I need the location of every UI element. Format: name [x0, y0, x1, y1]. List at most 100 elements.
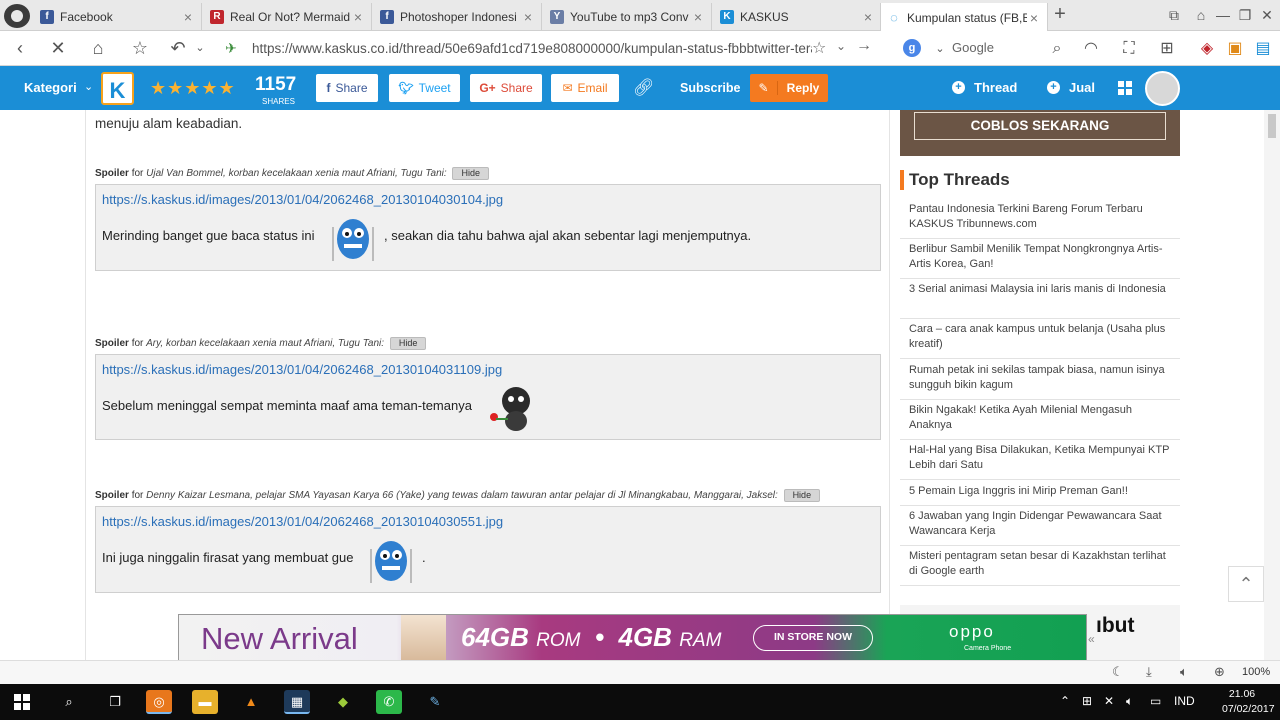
- grid-menu-icon[interactable]: [1118, 81, 1132, 95]
- extension-icon[interactable]: ▣: [1224, 38, 1246, 60]
- hide-button[interactable]: Hide: [452, 167, 489, 180]
- google-plus-share-button[interactable]: G+ Share: [470, 74, 542, 102]
- maximize-button[interactable]: ❐: [1234, 5, 1256, 25]
- image-link[interactable]: https://s.kaskus.id/images/2013/01/04/20…: [102, 192, 503, 207]
- in-store-now-button[interactable]: IN STORE NOW: [753, 625, 873, 651]
- link-icon[interactable]: 🔗︎: [633, 78, 655, 98]
- folder-app-icon[interactable]: ◆: [330, 690, 356, 714]
- speaker-icon[interactable]: 🔈︎: [1180, 664, 1188, 680]
- subscribe-button[interactable]: Subscribe: [680, 81, 740, 95]
- coblos-sekarang-button[interactable]: COBLOS SEKARANG: [914, 112, 1166, 140]
- tab-photoshoper[interactable]: f Photoshoper Indonesi ×: [374, 3, 542, 31]
- shirt-skin-icon[interactable]: ⌂: [1190, 5, 1212, 25]
- go-arrow-icon[interactable]: →: [856, 37, 872, 55]
- thread-link[interactable]: Pantau Indonesia Terkini Bareng Forum Te…: [900, 199, 1180, 239]
- image-link[interactable]: https://s.kaskus.id/images/2013/01/04/20…: [102, 362, 502, 377]
- close-window-button[interactable]: ✕: [1256, 5, 1278, 25]
- uc-browser-taskbar-icon[interactable]: ◎: [146, 690, 172, 714]
- language-indicator[interactable]: IND: [1174, 694, 1195, 708]
- thread-link[interactable]: Berlibur Sambil Menilik Tempat Nongkrong…: [900, 239, 1180, 279]
- chevron-up-icon[interactable]: ⌃: [1060, 694, 1070, 708]
- facebook-share-button[interactable]: f Share: [316, 74, 378, 102]
- new-tab-button[interactable]: +: [1050, 4, 1070, 24]
- crop-icon[interactable]: ⛶: [1118, 38, 1140, 60]
- close-icon[interactable]: ×: [521, 9, 535, 25]
- url-text[interactable]: https://www.kaskus.co.id/thread/50e69afd…: [252, 41, 812, 56]
- thread-link[interactable]: Bikin Ngakak! Ketika Ayah Milenial Menga…: [900, 400, 1180, 440]
- line-app-icon[interactable]: ✆: [376, 690, 402, 714]
- zoom-level[interactable]: 100%: [1242, 666, 1270, 678]
- create-thread-button[interactable]: + Thread: [952, 80, 1017, 95]
- thread-link[interactable]: 6 Jawaban yang Ingin Didengar Pewawancar…: [900, 506, 1180, 546]
- wifi-icon[interactable]: ◠: [1080, 38, 1102, 60]
- thread-link[interactable]: 3 Serial animasi Malaysia ini laris mani…: [900, 279, 1180, 319]
- vlc-icon[interactable]: ▲: [238, 690, 264, 714]
- bookmark-star-icon[interactable]: ☆: [128, 37, 152, 59]
- windows-start-icon[interactable]: [14, 694, 30, 710]
- file-explorer-icon[interactable]: ▬: [192, 690, 218, 714]
- volume-icon[interactable]: 🔈︎: [1126, 694, 1133, 709]
- chevron-down-icon[interactable]: ⌄: [84, 80, 93, 93]
- thread-link[interactable]: Misteri pentagram setan besar di Kazakhs…: [900, 546, 1180, 586]
- stop-icon[interactable]: ✕: [46, 37, 70, 59]
- download-icon[interactable]: ⤓: [1146, 664, 1152, 680]
- minimize-button[interactable]: —: [1212, 5, 1234, 25]
- search-icon[interactable]: ⌕: [56, 690, 82, 714]
- tab-facebook[interactable]: f Facebook ×: [34, 3, 202, 31]
- google-engine-icon[interactable]: g: [903, 39, 921, 57]
- network-icon[interactable]: ⊞: [1082, 694, 1092, 708]
- secure-rocket-icon: ✈: [225, 40, 237, 56]
- close-icon[interactable]: ×: [351, 9, 365, 25]
- back-to-top-button[interactable]: ⌃: [1228, 566, 1264, 602]
- ad-collapse-button[interactable]: «: [1088, 632, 1095, 646]
- video-editor-icon[interactable]: ▦: [284, 690, 310, 714]
- back-icon[interactable]: ‹: [8, 37, 32, 59]
- chevron-down-icon[interactable]: ⌄: [928, 38, 952, 60]
- zoom-icon[interactable]: ⊕: [1214, 664, 1225, 680]
- hide-button[interactable]: Hide: [389, 337, 427, 350]
- task-view-icon[interactable]: ❐: [102, 690, 128, 714]
- system-clock[interactable]: 21.06 07/02/2017: [1222, 687, 1275, 717]
- search-input[interactable]: Google: [952, 40, 994, 55]
- scroll-thumb[interactable]: [1268, 114, 1276, 138]
- image-link[interactable]: https://s.kaskus.id/images/2013/01/04/20…: [102, 514, 503, 529]
- tweet-button[interactable]: 🐦︎ Tweet: [389, 74, 460, 102]
- chevron-down-icon[interactable]: ⌄: [188, 37, 212, 59]
- apps-icon[interactable]: ⊞: [1156, 38, 1178, 60]
- adblock-icon[interactable]: ◈: [1196, 38, 1218, 60]
- idm-icon[interactable]: ▤: [1252, 38, 1274, 60]
- thread-link[interactable]: 5 Pemain Liga Inggris ini Mirip Preman G…: [900, 481, 1180, 506]
- search-icon[interactable]: ⌕: [1046, 38, 1068, 60]
- undo-close-icon[interactable]: ↶: [166, 37, 190, 59]
- tab-mermaid[interactable]: R Real Or Not? Mermaid ×: [204, 3, 372, 31]
- close-icon[interactable]: ×: [181, 9, 195, 25]
- tab-list-icon[interactable]: ⧉: [1163, 5, 1185, 25]
- close-icon[interactable]: ×: [691, 9, 705, 25]
- kaskus-logo[interactable]: K: [101, 72, 134, 105]
- email-share-button[interactable]: ✉ Email: [551, 74, 619, 102]
- avatar[interactable]: [1145, 71, 1180, 106]
- night-mode-moon-icon[interactable]: ☾: [1112, 664, 1124, 680]
- notification-icon[interactable]: ▭: [1150, 694, 1161, 708]
- kategori-menu[interactable]: Kategori: [24, 80, 77, 95]
- reply-button[interactable]: ✎ Reply: [750, 74, 828, 102]
- scrollbar[interactable]: [1264, 110, 1280, 660]
- chevron-down-icon[interactable]: ⌄: [836, 39, 846, 53]
- close-icon[interactable]: ×: [1027, 10, 1041, 26]
- favorite-star-icon[interactable]: ☆: [812, 38, 826, 58]
- jual-button[interactable]: + Jual: [1047, 80, 1095, 95]
- thread-link[interactable]: Cara – cara anak kampus untuk belanja (U…: [900, 319, 1180, 359]
- uc-browser-logo-icon[interactable]: [4, 4, 30, 28]
- address-bar[interactable]: ✈ https://www.kaskus.co.id/thread/50e69a…: [220, 36, 880, 61]
- close-icon[interactable]: ×: [861, 9, 875, 25]
- input-method-icon[interactable]: ✕: [1104, 694, 1114, 708]
- thread-link[interactable]: Rumah petak ini sekilas tampak biasa, na…: [900, 360, 1180, 400]
- thread-link[interactable]: Hal-Hal yang Bisa Dilakukan, Ketika Memp…: [900, 440, 1180, 480]
- tab-kaskus[interactable]: K KASKUS ×: [714, 3, 882, 31]
- tab-youtube-mp3[interactable]: Y YouTube to mp3 Conv ×: [544, 3, 712, 31]
- oppo-ad-banner[interactable]: New Arrival 64GB ROM • 4GB RAM IN STORE …: [178, 614, 1087, 661]
- paint-app-icon[interactable]: ✎: [422, 690, 448, 714]
- home-icon[interactable]: ⌂: [86, 37, 110, 59]
- hide-button[interactable]: Hide: [783, 489, 821, 502]
- tab-kumpulan-status[interactable]: ◌ Kumpulan status (FB,B ×: [880, 3, 1048, 32]
